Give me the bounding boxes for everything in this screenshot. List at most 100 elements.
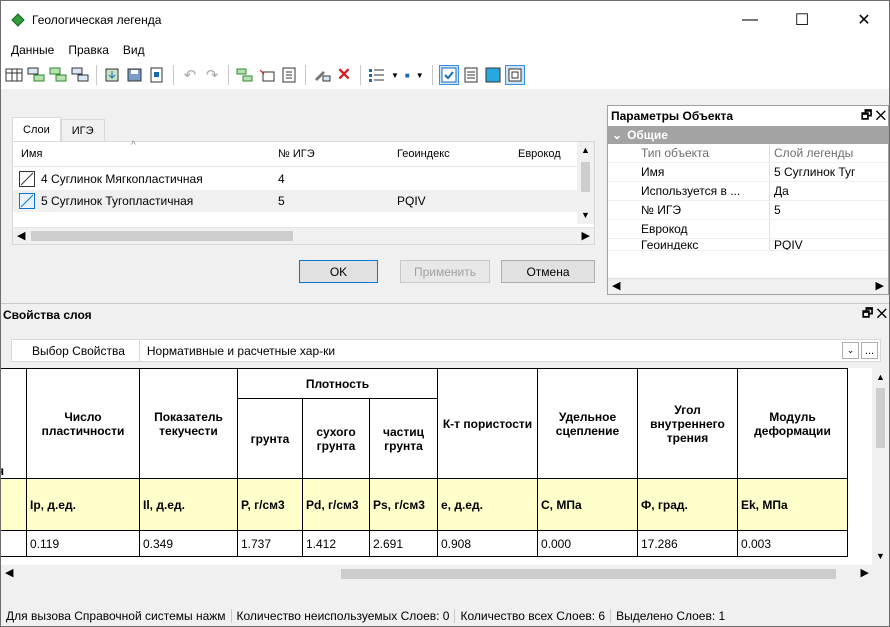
delete-icon[interactable]: ✕ <box>334 65 354 85</box>
float-panel-icon[interactable]: 🗗 ✕ <box>861 106 886 127</box>
header-deformation-modulus[interactable]: Модуль деформации <box>737 368 848 479</box>
value-cell[interactable]: 0.119 <box>26 530 140 557</box>
small-square-icon[interactable]: ■ <box>405 71 410 80</box>
minimize-button[interactable]: — <box>727 1 773 39</box>
header-liquidity[interactable]: Показатель текучести <box>139 368 238 479</box>
unit-cell[interactable]: Ф, град. <box>637 478 738 531</box>
rename-icon[interactable] <box>257 65 277 85</box>
property-value[interactable]: 5 <box>770 201 888 219</box>
unit-cell[interactable]: C, МПа <box>537 478 638 531</box>
scroll-right-icon[interactable]: ▶ <box>876 279 884 292</box>
value-cell[interactable]: 0.000 <box>537 530 638 557</box>
list-view-icon[interactable] <box>367 65 387 85</box>
menu-data[interactable]: Данные <box>4 43 61 57</box>
ok-button[interactable]: OK <box>299 260 378 283</box>
value-cell[interactable]: 17.286 <box>637 530 738 557</box>
unit-cell[interactable]: Ip, д.ед. <box>26 478 140 531</box>
value-cell[interactable]: 0.908 <box>437 530 538 557</box>
property-row[interactable]: № ИГЭ 5 <box>608 201 888 220</box>
copy-layer-icon[interactable] <box>70 65 90 85</box>
table-icon[interactable] <box>4 65 24 85</box>
column-name[interactable]: Имя <box>21 148 42 160</box>
unit-cell[interactable]: Ek, МПа <box>737 478 848 531</box>
panel-toggle-icon[interactable] <box>504 65 525 85</box>
unit-cell[interactable]: Pd, г/см3 <box>302 478 370 531</box>
unit-cell[interactable]: P, г/см3 <box>237 478 303 531</box>
properties-icon[interactable] <box>279 65 299 85</box>
scroll-thumb[interactable] <box>341 569 836 579</box>
scroll-left-icon[interactable]: ◀ <box>17 229 25 242</box>
header-porosity[interactable]: К-т пористости <box>437 368 538 479</box>
property-row[interactable]: Имя 5 Суглинок Туг <box>608 163 888 182</box>
column-geoindex[interactable]: Геоиндекс <box>397 148 450 160</box>
scroll-down-icon[interactable]: ▼ <box>581 210 590 220</box>
chevron-down-icon[interactable]: ⌄ <box>842 342 859 359</box>
scroll-right-icon[interactable]: ▶ <box>861 566 869 579</box>
cancel-button[interactable]: Отмена <box>501 260 595 283</box>
chevron-down-icon[interactable]: ▼ <box>416 71 424 80</box>
menu-view[interactable]: Вид <box>116 43 152 57</box>
export-icon[interactable] <box>147 65 167 85</box>
float-panel-icon[interactable]: 🗗 ✕ <box>862 304 887 325</box>
close-button[interactable]: ✕ <box>841 1 887 39</box>
property-value[interactable]: 5 Суглинок Туг <box>770 163 888 181</box>
list-item[interactable]: 5 Суглинок Тугопластичная 5 PQIV <box>13 190 594 212</box>
property-row[interactable]: Используется в ... Да <box>608 182 888 201</box>
list-vertical-scrollbar[interactable]: ▲ ▼ <box>577 142 594 224</box>
document-icon[interactable] <box>461 65 481 85</box>
scroll-down-icon[interactable]: ▼ <box>876 551 885 561</box>
value-cell[interactable]: 1.412 <box>302 530 370 557</box>
column-eurocode[interactable]: Еврокод <box>518 148 566 160</box>
scroll-left-icon[interactable]: ◀ <box>612 279 620 292</box>
scroll-up-icon[interactable]: ▲ <box>577 145 594 155</box>
value-cell[interactable]: 2.691 <box>369 530 438 557</box>
tab-layers[interactable]: Слои <box>12 117 61 141</box>
add-layer-icon[interactable] <box>26 65 46 85</box>
scroll-thumb[interactable] <box>31 231 293 241</box>
header-plasticity[interactable]: Число пластичности <box>26 368 140 479</box>
value-cell[interactable]: 0.349 <box>139 530 238 557</box>
column-ige[interactable]: № ИГЭ <box>278 148 315 160</box>
chevron-down-icon[interactable]: ⌄ <box>612 128 622 142</box>
chevron-down-icon[interactable]: ▼ <box>391 71 399 80</box>
header-particle-density[interactable]: частиц грунта <box>369 398 438 479</box>
header-dry-density[interactable]: сухого грунта <box>302 398 370 479</box>
scroll-thumb[interactable] <box>876 388 885 448</box>
property-row[interactable]: Тип объекта Слой легенды <box>608 144 888 163</box>
value-cell[interactable]: 1.737 <box>237 530 303 557</box>
group-general[interactable]: ⌄ Общие <box>608 126 888 144</box>
scroll-up-icon[interactable]: ▲ <box>872 372 889 382</box>
undo-icon[interactable]: ↶ <box>180 65 200 85</box>
menu-edit[interactable]: Правка <box>61 43 116 57</box>
list-item[interactable]: 4 Суглинок Мягкопластичная 4 <box>13 168 594 190</box>
header-density-group[interactable]: Плотность <box>237 368 438 399</box>
maximize-button[interactable]: ☐ <box>779 1 825 39</box>
scroll-left-icon[interactable]: ◀ <box>5 566 13 579</box>
unit-cell[interactable]: Ps, г/см3 <box>369 478 438 531</box>
save-icon[interactable] <box>125 65 145 85</box>
property-value[interactable]: PQIV <box>770 239 888 250</box>
unit-cell[interactable]: Il, д.ед. <box>139 478 238 531</box>
checkbox-view-icon[interactable] <box>438 65 459 85</box>
selector-value[interactable]: Нормативные и расчетные хар-ки <box>138 340 842 361</box>
property-row[interactable]: Геоиндекс PQIV <box>608 239 888 251</box>
apply-button[interactable]: Применить <box>400 260 490 283</box>
header-cohesion[interactable]: Удельное сцепление <box>537 368 638 479</box>
properties-horizontal-scrollbar[interactable]: ◀ ▶ <box>608 278 888 294</box>
edit-layer-icon[interactable] <box>312 65 332 85</box>
tab-ige[interactable]: ИГЭ <box>60 119 105 141</box>
grid-horizontal-scrollbar[interactable]: ◀ ▶ <box>1 565 889 582</box>
import-icon[interactable] <box>103 65 123 85</box>
redo-icon[interactable]: ↷ <box>202 65 222 85</box>
property-value[interactable]: Да <box>770 182 888 200</box>
more-button[interactable]: ... <box>861 342 878 359</box>
unit-cell[interactable]: e, д.ед. <box>437 478 538 531</box>
scroll-right-icon[interactable]: ▶ <box>582 229 590 242</box>
header-friction-angle[interactable]: Угол внутреннего трения <box>637 368 738 479</box>
property-row[interactable]: Еврокод <box>608 220 888 239</box>
color-fill-icon[interactable] <box>483 65 503 85</box>
scroll-thumb[interactable] <box>581 162 590 192</box>
property-value[interactable] <box>770 220 888 238</box>
list-horizontal-scrollbar[interactable]: ◀ ▶ <box>13 227 594 244</box>
header-soil-density[interactable]: грунта <box>237 398 303 479</box>
